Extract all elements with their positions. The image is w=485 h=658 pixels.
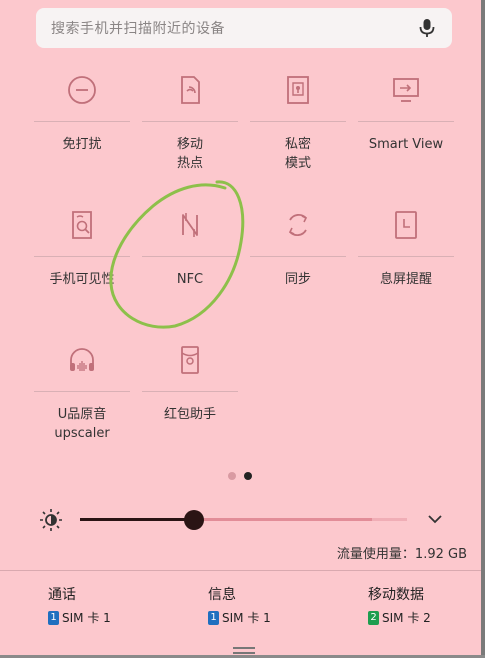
tile-divider [34,121,130,122]
sim-label: 移动数据 [368,587,424,603]
tile-screen-reminder[interactable]: 息屏提醒 [356,197,456,317]
tile-private-mode[interactable]: 私密 模式 [248,62,348,182]
slider-track-filled [80,518,194,521]
sim-value: SIM 卡 1 [222,611,271,625]
tile-hotspot[interactable]: 移动 热点 [140,62,240,182]
sim-value: SIM 卡 2 [382,611,431,625]
sim-label: 信息 [208,587,236,603]
tile-do-not-disturb[interactable]: 免打扰 [32,62,132,182]
sync-icon [288,214,308,236]
slider-track-end [372,518,407,521]
cast-screen-icon [393,78,419,102]
tile-divider [358,121,454,122]
page-indicator [228,472,252,480]
tile-label: Smart View [368,137,444,152]
tile-label: 红包助手 [163,407,216,422]
sim-calls[interactable]: 通话 1 SIM 卡 1 [48,584,111,626]
hotspot-icon [181,76,200,104]
drag-handle[interactable] [233,647,255,657]
private-mode-icon [287,76,309,104]
headphones-icon [70,348,94,371]
sim-badge: 1 [208,610,219,625]
sim-badge: 2 [368,610,379,625]
nfc-icon [182,213,198,237]
slider-track [194,518,372,521]
tile-divider [142,121,238,122]
tile-divider [142,256,238,257]
tile-nfc[interactable]: NFC [140,197,240,317]
tile-uhq-upscaler[interactable]: U品原音 upscaler [32,332,132,452]
sim-badge: 1 [48,610,59,625]
data-usage-text: 流量使用量：1.92 GB [336,547,467,562]
tile-label: NFC [176,272,204,287]
tile-divider [142,391,238,392]
device-visibility-icon [72,211,92,239]
page-dot-active[interactable] [244,472,252,480]
slider-knob[interactable] [184,510,204,530]
sim-value: SIM 卡 1 [62,611,111,625]
sim-messages[interactable]: 信息 1 SIM 卡 1 [208,584,271,626]
tile-divider [34,391,130,392]
divider [0,570,481,571]
mic-icon[interactable] [416,17,438,39]
red-packet-icon [181,346,199,374]
tile-label: 免打扰 [62,137,102,152]
sim-settings: 通话 1 SIM 卡 1 信息 1 SIM 卡 1 移动数据 2 SIM 卡 2 [0,584,481,634]
tile-label: 息屏提醒 [379,272,432,287]
tile-visibility[interactable]: 手机可见性 [32,197,132,317]
sim-label: 通话 [48,587,76,603]
search-placeholder: 搜索手机并扫描附近的设备 [51,21,225,37]
search-bar[interactable]: 搜索手机并扫描附近的设备 [36,8,452,48]
tile-label: 私密 模式 [284,137,311,171]
tile-smart-view[interactable]: Smart View [356,62,456,182]
tile-label: 手机可见性 [49,272,115,287]
chevron-down-icon[interactable] [425,509,445,529]
frame-edge-right [481,0,485,658]
brightness-icon [40,509,62,531]
tile-divider [250,256,346,257]
tile-divider [358,256,454,257]
tile-label: 移动 热点 [176,137,203,171]
page-dot[interactable] [228,472,236,480]
tile-red-packet[interactable]: 红包助手 [140,332,240,452]
tile-divider [34,256,130,257]
tile-label: U品原音 upscaler [54,407,110,441]
sim-mobile-data[interactable]: 移动数据 2 SIM 卡 2 [368,584,431,626]
tile-label: 同步 [284,272,311,287]
tile-sync[interactable]: 同步 [248,197,348,317]
minus-circle-icon [68,76,96,104]
brightness-slider[interactable] [80,510,407,530]
tile-divider [250,121,346,122]
always-on-display-icon [395,211,417,239]
